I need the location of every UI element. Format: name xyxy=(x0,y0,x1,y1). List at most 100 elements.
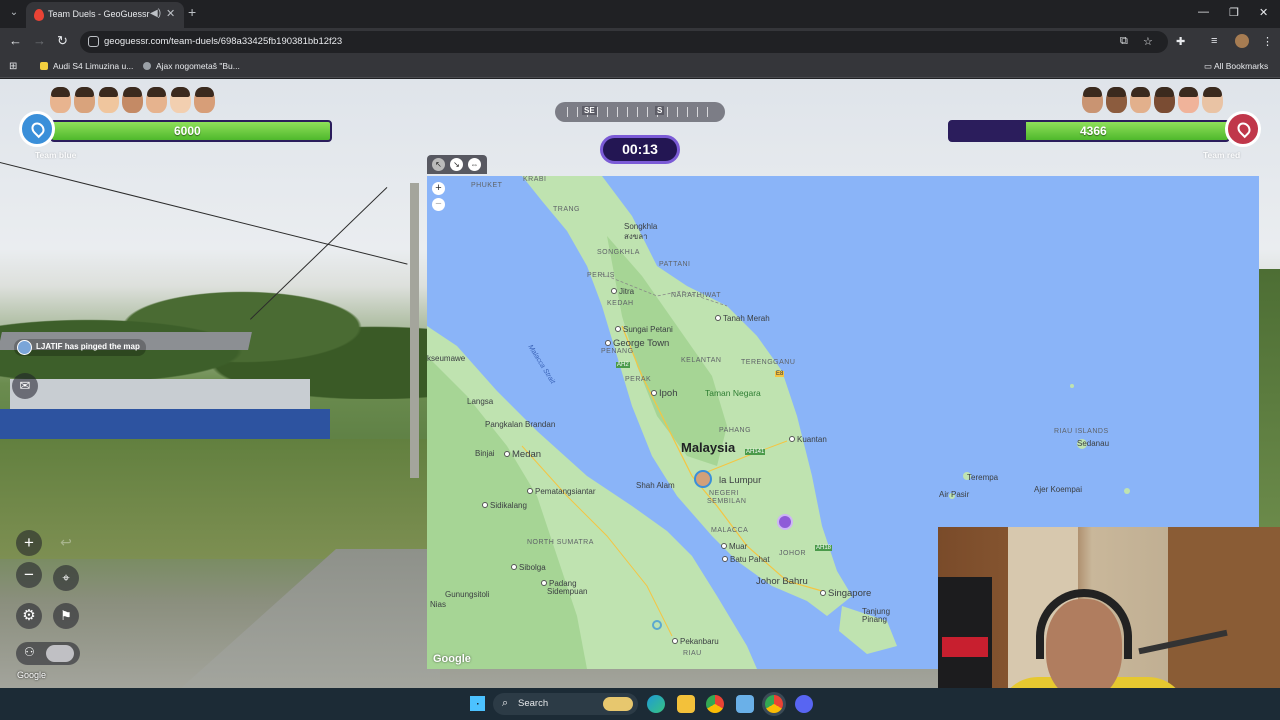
browser-toolbar: ← → ↻ geoguessr.com/team-duels/698a33425… xyxy=(0,28,1280,56)
restore-icon[interactable]: ❐ xyxy=(1229,6,1239,19)
label-jitra: Jitra xyxy=(611,287,634,296)
all-bookmarks[interactable]: ▭ All Bookmarks xyxy=(1204,61,1268,72)
label-seumawe: kseumawe xyxy=(427,354,466,363)
apps-grid-icon[interactable]: ⊞ xyxy=(9,61,17,72)
road-badge-e8: E8 xyxy=(775,371,785,377)
label-sibolga: Sibolga xyxy=(511,563,546,572)
cast-icon[interactable]: ⧉ xyxy=(1120,35,1128,48)
forward-icon[interactable]: → xyxy=(33,34,46,48)
media-control-icon[interactable]: ≡ xyxy=(1211,35,1217,47)
ping-marker[interactable] xyxy=(777,514,793,530)
address-bar[interactable]: geoguessr.com/team-duels/698a33425fb1903… xyxy=(80,31,1168,53)
label-sidikalang: Sidikalang xyxy=(482,501,527,510)
label-sungai-petani: Sungai Petani xyxy=(615,325,673,334)
player-avatar xyxy=(1154,87,1175,113)
team-red-health-value: 4366 xyxy=(1080,124,1107,138)
team-red-label: Team red xyxy=(1203,150,1241,160)
bookmark-ajax[interactable]: Ajax nogometaš "Bu... xyxy=(143,61,240,71)
bookmark-audi[interactable]: Audi S4 Limuzina u... xyxy=(40,61,133,71)
bookmark-star-icon[interactable]: ☆ xyxy=(1143,35,1153,48)
label-pinang: Pinang xyxy=(862,615,887,624)
minimize-icon[interactable]: — xyxy=(1198,6,1209,18)
extensions-icon[interactable]: ✚ xyxy=(1176,35,1185,48)
tab-search-icon[interactable]: ⌄ xyxy=(6,5,22,21)
taskbar-search[interactable]: ⌕ Search xyxy=(493,693,638,715)
url-text: geoguessr.com/team-duels/698a33425fb1903… xyxy=(104,36,343,47)
label-kelantan: KELANTAN xyxy=(681,357,722,364)
island xyxy=(1124,488,1130,494)
chrome-icon[interactable] xyxy=(706,695,724,713)
player-avatar xyxy=(98,87,119,113)
map-pin-toggle-icon[interactable]: ⇔ xyxy=(468,158,481,171)
undo-icon[interactable]: ↩ xyxy=(53,530,79,556)
screen: ⌄ Team Duels - GeoGuessr ◀) ✕ + — ❐ ✕ ← … xyxy=(0,0,1280,720)
label-taman-negara: Taman Negara xyxy=(705,388,761,398)
team-blue-badge xyxy=(19,111,55,147)
label-phuket: PHUKET xyxy=(471,182,503,189)
label-pangkalan-brandan: Pangkalan Brandan xyxy=(485,420,556,429)
close-icon[interactable]: ✕ xyxy=(166,7,175,20)
trees xyxy=(1258,269,1280,529)
label-negeri: NEGERI xyxy=(709,490,739,497)
browser-tab-strip: ⌄ Team Duels - GeoGuessr ◀) ✕ + — ❐ ✕ xyxy=(0,0,1280,28)
player-avatar xyxy=(1178,87,1199,113)
emote-chat-icon[interactable]: ✉ xyxy=(12,373,38,399)
map-shrink-icon[interactable]: ↖ xyxy=(432,158,445,171)
return-to-start-icon[interactable]: ⌖ xyxy=(53,565,79,591)
teammate-guess-marker[interactable] xyxy=(694,470,712,488)
file-explorer-icon[interactable] xyxy=(677,695,695,713)
team-view-toggle[interactable]: ⚇ xyxy=(16,642,80,665)
ping-notification: LJATIF has pinged the map xyxy=(14,339,146,356)
discord-icon[interactable] xyxy=(795,695,813,713)
player-avatar xyxy=(1082,87,1103,113)
ping-message: LJATIF has pinged the map xyxy=(36,342,140,351)
team-red-badge xyxy=(1225,111,1261,147)
map-zoom-out-button[interactable]: − xyxy=(432,198,445,211)
taskbar-search-placeholder: Search xyxy=(518,698,549,709)
window-close-icon[interactable]: ✕ xyxy=(1259,6,1268,19)
player-avatar xyxy=(1130,87,1151,113)
flag-icon[interactable]: ⚑ xyxy=(53,603,79,629)
label-ipoh: Ipoh xyxy=(651,388,678,399)
small-ping-marker[interactable] xyxy=(652,620,662,630)
site-info-icon[interactable] xyxy=(88,36,99,47)
player-avatar xyxy=(74,87,95,113)
bookmark-label: Audi S4 Limuzina u... xyxy=(53,61,134,71)
label-perak: PERAK xyxy=(625,376,652,383)
back-icon[interactable]: ← xyxy=(9,34,22,48)
notepad-icon[interactable] xyxy=(736,695,754,713)
map-expand-icon[interactable]: ↘ xyxy=(450,158,463,171)
team-red-health-bar: 4366 xyxy=(948,120,1230,142)
label-shah-alam: Shah Alam xyxy=(636,481,675,490)
label-nias: Nias xyxy=(430,600,447,609)
player-avatar xyxy=(1202,87,1223,113)
player-avatar xyxy=(122,87,143,113)
menu-dots-icon[interactable]: ⋮ xyxy=(1262,35,1273,48)
label-sidempuan: Sidempuan xyxy=(547,587,588,596)
label-pattani: PATTANI xyxy=(659,261,691,268)
folder-icon: ▭ xyxy=(1204,61,1214,71)
power-line xyxy=(0,162,408,265)
timer-value: 00:13 xyxy=(622,141,658,157)
label-sembilan: SEMBILAN xyxy=(707,498,747,505)
windows-start-icon[interactable] xyxy=(470,696,485,711)
profile-avatar[interactable] xyxy=(1235,34,1249,48)
player-avatar xyxy=(50,87,71,113)
settings-gear-icon[interactable]: ⚙ xyxy=(16,603,42,629)
speaker-icon[interactable]: ◀) xyxy=(150,8,161,19)
zoom-out-button[interactable]: − xyxy=(16,562,42,588)
label-songkhla-thai: สงขลา xyxy=(624,232,648,241)
reload-icon[interactable]: ↻ xyxy=(57,34,68,48)
new-tab-icon[interactable]: + xyxy=(188,5,196,19)
browser-tab[interactable]: Team Duels - GeoGuessr ◀) ✕ xyxy=(26,2,184,28)
label-kuala-lumpur: la Lumpur xyxy=(719,475,762,486)
road-badge-ah141: AH141 xyxy=(745,449,766,455)
label-ajer-koempai: Ajer Koempai xyxy=(1034,485,1083,494)
label-terempa: Terempa xyxy=(967,473,999,482)
map-zoom-in-button[interactable]: + xyxy=(432,182,445,195)
edge-icon[interactable] xyxy=(647,695,665,713)
chrome-active-icon[interactable] xyxy=(765,695,783,713)
geoguessr-pin-icon xyxy=(34,9,44,21)
zoom-in-button[interactable]: + xyxy=(16,530,42,556)
label-muar: Muar xyxy=(721,542,747,551)
